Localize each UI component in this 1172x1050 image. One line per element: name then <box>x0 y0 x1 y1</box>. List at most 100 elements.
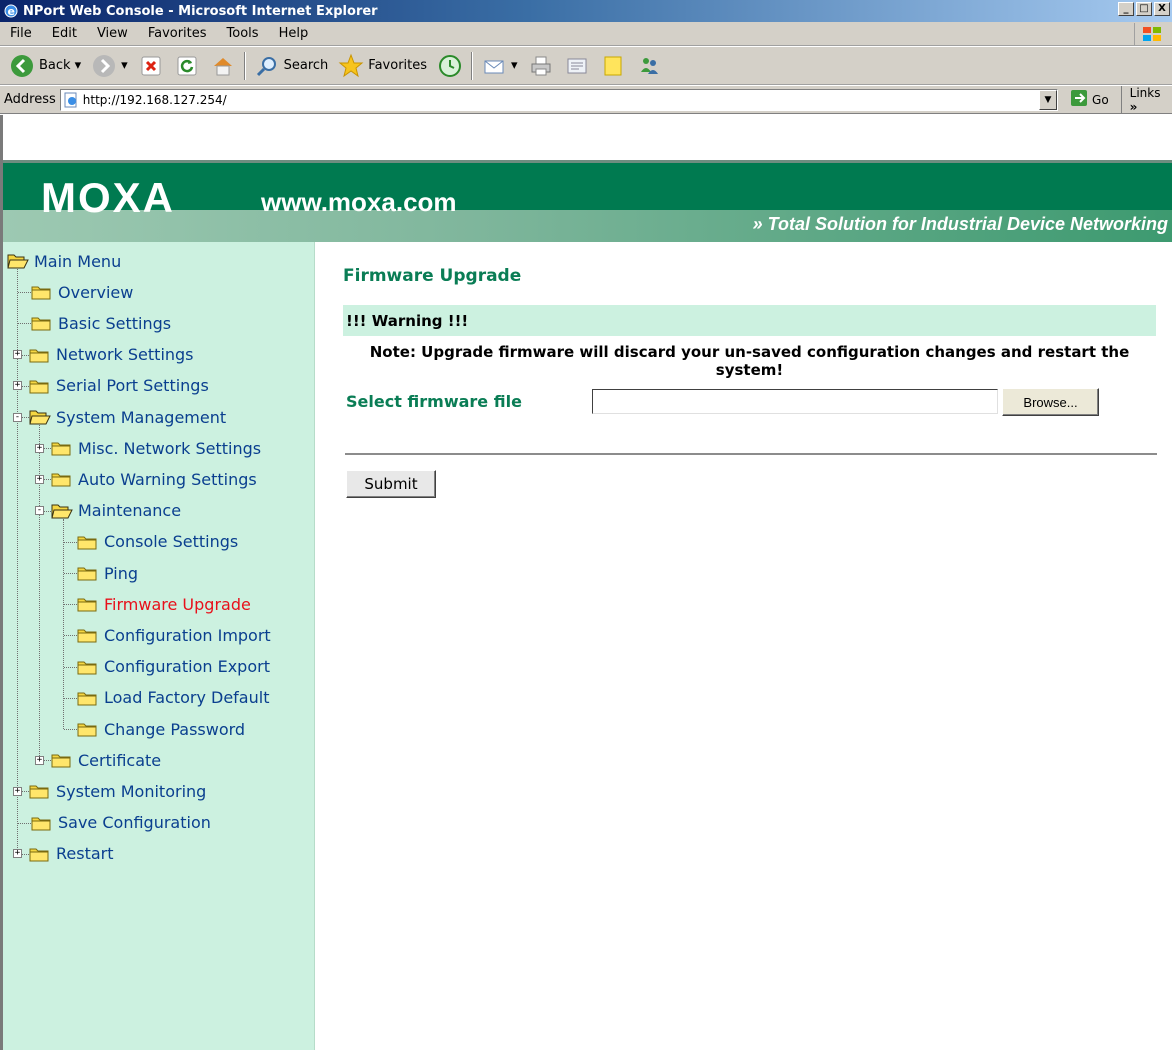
sidebar-item-maintenance[interactable]: - Maintenance <box>35 497 181 525</box>
browse-button[interactable]: Browse... <box>1002 388 1099 416</box>
firmware-file-input[interactable] <box>592 389 998 414</box>
sidebar-item-label: Basic Settings <box>58 313 172 333</box>
sidebar-item-label: Save Configuration <box>58 813 211 833</box>
discuss-button[interactable] <box>595 49 631 83</box>
address-bar: Address http://192.168.127.254/ ▼ Go Lin… <box>0 85 1172 114</box>
sidebar-item-label: System Monitoring <box>56 781 207 801</box>
expand-icon[interactable]: + <box>13 849 22 859</box>
sidebar-item-system-management[interactable]: - System Management <box>13 403 226 431</box>
sidebar-item-label: Network Settings <box>56 345 194 365</box>
folder-icon <box>77 565 99 581</box>
favorites-label: Favorites <box>368 58 428 73</box>
sidebar-item-configuration-import[interactable]: Configuration Import <box>77 621 271 649</box>
address-dropdown-button[interactable]: ▼ <box>1039 89 1058 110</box>
folder-icon <box>29 347 51 363</box>
expand-icon[interactable]: + <box>13 350 22 360</box>
tagline-text: Total Solution for Industrial Device Net… <box>767 214 1168 234</box>
moxa-banner: MOXA www.moxa.com » Total Solution for I… <box>3 160 1172 242</box>
expand-icon[interactable]: + <box>35 443 44 453</box>
menu-tools[interactable]: Tools <box>217 26 269 41</box>
links-button[interactable]: Links » <box>1120 85 1172 114</box>
close-button[interactable]: X <box>1154 2 1170 16</box>
address-input[interactable]: http://192.168.127.254/ ▼ <box>59 88 1059 111</box>
collapse-icon[interactable]: - <box>13 412 22 422</box>
edit-button[interactable] <box>559 49 595 83</box>
folder-icon <box>29 846 51 862</box>
minimize-button[interactable]: _ <box>1118 2 1134 16</box>
expand-icon[interactable]: + <box>35 474 44 484</box>
sidebar-item-save-configuration[interactable]: Save Configuration <box>31 809 211 837</box>
banner-tagline: » Total Solution for Industrial Device N… <box>753 214 1168 235</box>
folder-icon <box>77 690 99 706</box>
folder-icon <box>31 815 53 831</box>
home-icon <box>210 53 236 79</box>
menu-file[interactable]: File <box>0 26 42 41</box>
messenger-button[interactable] <box>631 49 667 83</box>
sidebar-item-auto-warning-settings[interactable]: + Auto Warning Settings <box>35 465 257 493</box>
sidebar-item-label: Load Factory Default <box>104 688 270 708</box>
menu-view[interactable]: View <box>87 26 138 41</box>
sidebar-item-certificate[interactable]: + Certificate <box>35 746 161 774</box>
sidebar-item-label: Console Settings <box>104 532 239 552</box>
sidebar-item-configuration-export[interactable]: Configuration Export <box>77 653 270 681</box>
menu-favorites[interactable]: Favorites <box>138 26 217 41</box>
sidebar-item-label: Change Password <box>104 719 246 739</box>
firmware-file-label: Select firmware file <box>346 392 522 411</box>
sidebar-item-serial-port-settings[interactable]: + Serial Port Settings <box>13 372 209 400</box>
sidebar-item-network-settings[interactable]: + Network Settings <box>13 341 194 369</box>
address-label: Address <box>4 92 56 107</box>
expand-icon[interactable]: + <box>13 381 22 391</box>
sidebar-item-console-settings[interactable]: Console Settings <box>77 528 238 556</box>
messenger-icon <box>636 53 662 79</box>
forward-button[interactable]: ▾ <box>86 49 133 83</box>
go-button[interactable]: Go <box>1064 89 1115 110</box>
chevron-down-icon: ▾ <box>74 58 82 73</box>
home-button[interactable] <box>205 49 241 83</box>
mail-button[interactable]: ▾ <box>476 49 523 83</box>
folder-icon <box>29 378 51 394</box>
menu-help[interactable]: Help <box>269 26 319 41</box>
star-icon <box>338 53 364 79</box>
expand-icon[interactable]: + <box>13 786 22 796</box>
refresh-icon <box>174 53 200 79</box>
expand-icon[interactable]: + <box>35 755 44 765</box>
address-url: http://192.168.127.254/ <box>82 92 227 107</box>
tree-connector <box>64 604 77 606</box>
search-button[interactable]: Search <box>249 49 334 83</box>
search-icon <box>254 53 280 79</box>
folder-open-icon <box>7 253 29 269</box>
window-titlebar: e NPort Web Console - Microsoft Internet… <box>0 0 1172 22</box>
warning-note: Note: Upgrade firmware will discard your… <box>369 343 1130 379</box>
sidebar-item-restart[interactable]: + Restart <box>13 840 114 868</box>
back-button[interactable]: Back ▾ <box>4 49 86 83</box>
sidebar-item-system-monitoring[interactable]: + System Monitoring <box>13 777 206 805</box>
sidebar-item-overview[interactable]: Overview <box>31 278 133 306</box>
stop-icon <box>138 53 164 79</box>
menu-edit[interactable]: Edit <box>42 26 87 41</box>
maximize-button[interactable]: □ <box>1136 2 1152 16</box>
sidebar-item-ping[interactable]: Ping <box>77 559 138 587</box>
history-icon <box>437 53 463 79</box>
sidebar-item-firmware-upgrade[interactable]: Firmware Upgrade <box>77 590 251 618</box>
stop-button[interactable] <box>133 49 169 83</box>
sidebar-item-basic-settings[interactable]: Basic Settings <box>31 309 171 337</box>
print-button[interactable] <box>523 49 559 83</box>
sidebar-item-label: Serial Port Settings <box>56 376 209 396</box>
sidebar-item-change-password[interactable]: Change Password <box>77 715 245 743</box>
tree-connector <box>64 541 77 543</box>
sidebar-item-load-factory-default[interactable]: Load Factory Default <box>77 684 269 712</box>
sidebar-item-misc-network-settings[interactable]: + Misc. Network Settings <box>35 434 261 462</box>
back-label: Back <box>39 58 71 73</box>
favorites-button[interactable]: Favorites <box>333 49 432 83</box>
menu-bar: File Edit View Favorites Tools Help <box>0 22 1172 46</box>
folder-icon <box>31 315 53 331</box>
submit-button[interactable]: Submit <box>346 470 436 498</box>
collapse-icon[interactable]: - <box>35 506 44 516</box>
refresh-button[interactable] <box>169 49 205 83</box>
sidebar-item-label: Configuration Export <box>104 657 270 677</box>
history-button[interactable] <box>432 49 468 83</box>
sidebar-item-label: Overview <box>58 282 134 302</box>
folder-open-icon <box>51 503 73 519</box>
toolbar-separator <box>471 51 474 80</box>
sidebar-item-main-menu[interactable]: Main Menu <box>7 247 121 275</box>
